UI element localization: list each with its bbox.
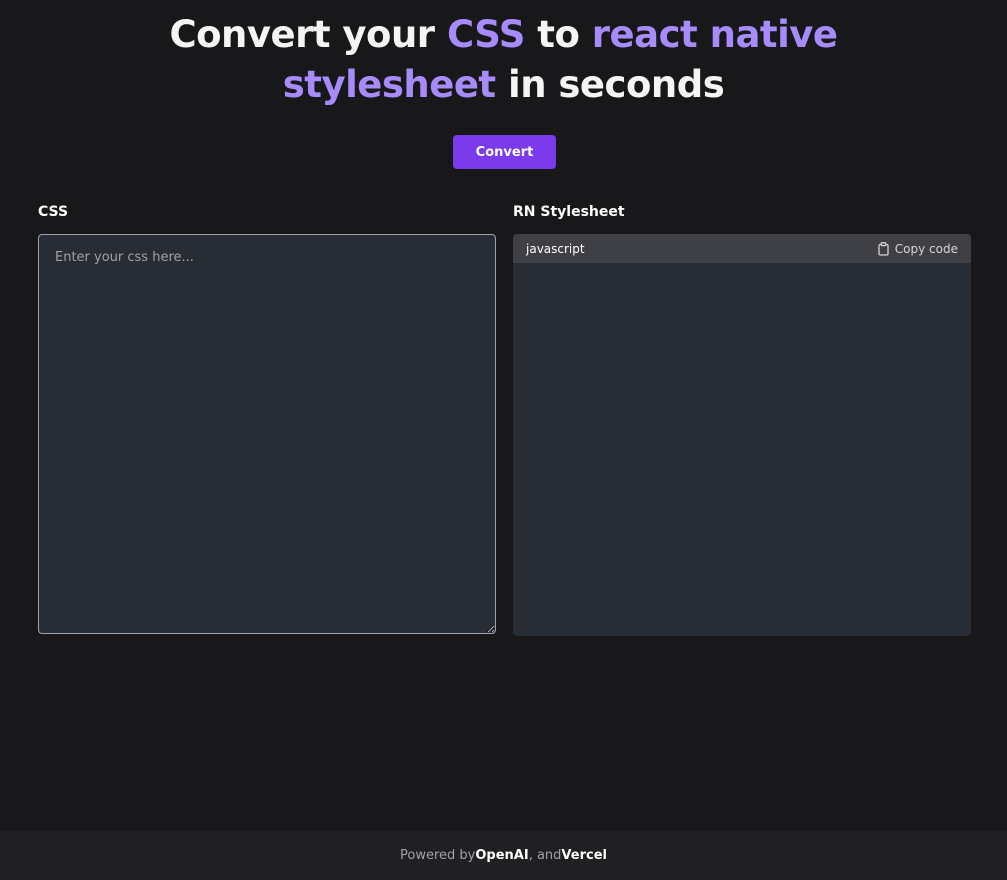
title-line-1: Convert your CSS to react native [0,10,1007,60]
rn-output-panel: javascript Copy code [513,234,971,636]
rn-panel-label: RN Stylesheet [513,204,625,220]
openai-link[interactable]: OpenAI [475,848,528,863]
copy-code-label: Copy code [894,241,958,256]
code-language-label: javascript [526,241,585,256]
css-input[interactable] [38,234,496,634]
copy-code-button[interactable]: Copy code [877,242,958,256]
vercel-link[interactable]: Vercel [561,848,607,863]
footer-separator: , and [528,848,562,863]
footer-prefix: Powered by [400,848,476,863]
title-highlight-react-native: react native [591,13,838,56]
convert-button[interactable]: Convert [453,135,556,169]
title-highlight-css: CSS [446,13,525,56]
title-line-2: stylesheet in seconds [0,60,1007,110]
clipboard-icon [877,241,890,256]
page-title: Convert your CSS to react native stylesh… [0,10,1007,110]
title-text-convert-your: Convert your [169,13,447,56]
code-header: javascript Copy code [513,234,971,263]
title-highlight-stylesheet: stylesheet [282,63,496,106]
footer: Powered by OpenAI , and Vercel [0,831,1007,880]
css-panel-label: CSS [38,204,69,220]
title-text-in-seconds: in seconds [495,63,725,106]
title-text-to: to [524,13,592,56]
hero: Convert your CSS to react native stylesh… [0,10,1007,110]
